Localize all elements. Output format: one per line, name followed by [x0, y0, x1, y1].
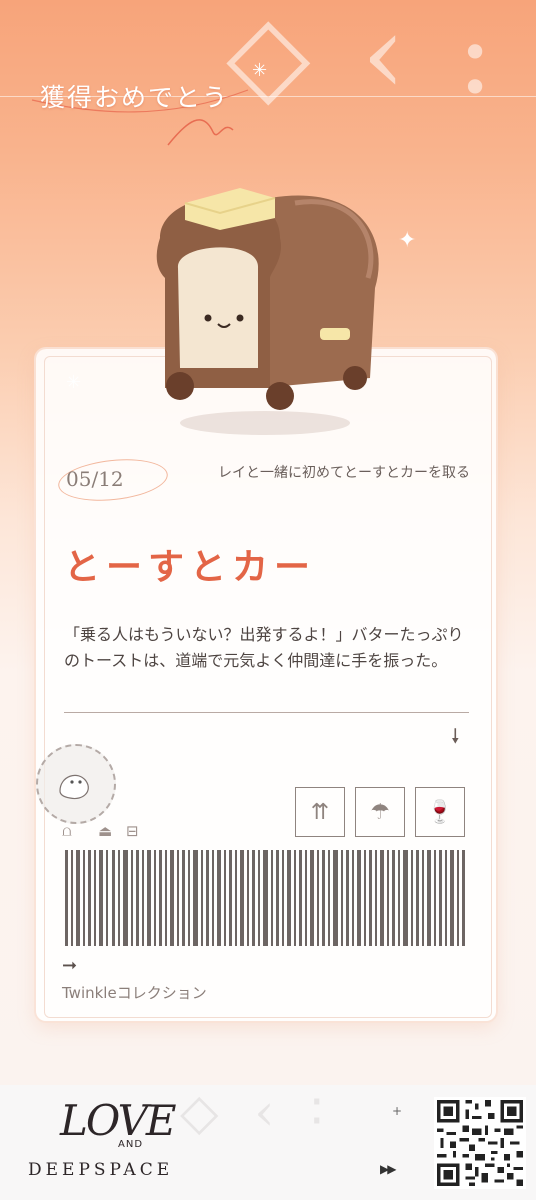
- fragile-icon: 🍷: [415, 787, 465, 837]
- fast-forward-icon: ▶▶: [380, 1162, 397, 1176]
- item-number: 05/12: [66, 467, 124, 491]
- down-arrow-icon: 🠗: [451, 724, 460, 748]
- item-description: 「乗る人はもういない？出発するよ！」バターたっぷりのトーストは、道端で元気よく仲…: [64, 625, 464, 670]
- sparkle-icon: ✳: [252, 60, 268, 81]
- dry-icon: ⊟: [126, 822, 139, 840]
- logo-love: LOVE: [60, 1096, 177, 1145]
- acquire-condition: レイと一緒に初めてとーすとカーを取る: [218, 465, 470, 481]
- divider: [64, 712, 469, 713]
- plus-icon: +: [392, 1104, 403, 1118]
- postmark-stamp-image: [36, 744, 116, 824]
- qr-code[interactable]: [434, 1097, 526, 1189]
- right-arrow-icon: ➞: [62, 955, 78, 976]
- logo-deepspace: DEEPSPACE: [28, 1160, 174, 1180]
- this-way-up-icon: ⇈: [295, 787, 345, 837]
- keep-dry-icon: ☂: [355, 787, 405, 837]
- sparkle-icon: ✦: [398, 228, 417, 253]
- collection-label: Twinkleコレクション: [62, 984, 207, 1002]
- wash-icon: ⩍: [62, 822, 72, 840]
- footer-watermark-decoration: ◇ ‹ ∶: [180, 1083, 334, 1141]
- item-name: とーすとカー: [64, 547, 317, 588]
- iron-icon: ⏏: [98, 822, 113, 840]
- page-title: 獲得おめでとう: [40, 83, 230, 112]
- logo-and: AND: [118, 1139, 144, 1150]
- barcode-image: [65, 850, 465, 946]
- toast-car-image: [156, 188, 379, 435]
